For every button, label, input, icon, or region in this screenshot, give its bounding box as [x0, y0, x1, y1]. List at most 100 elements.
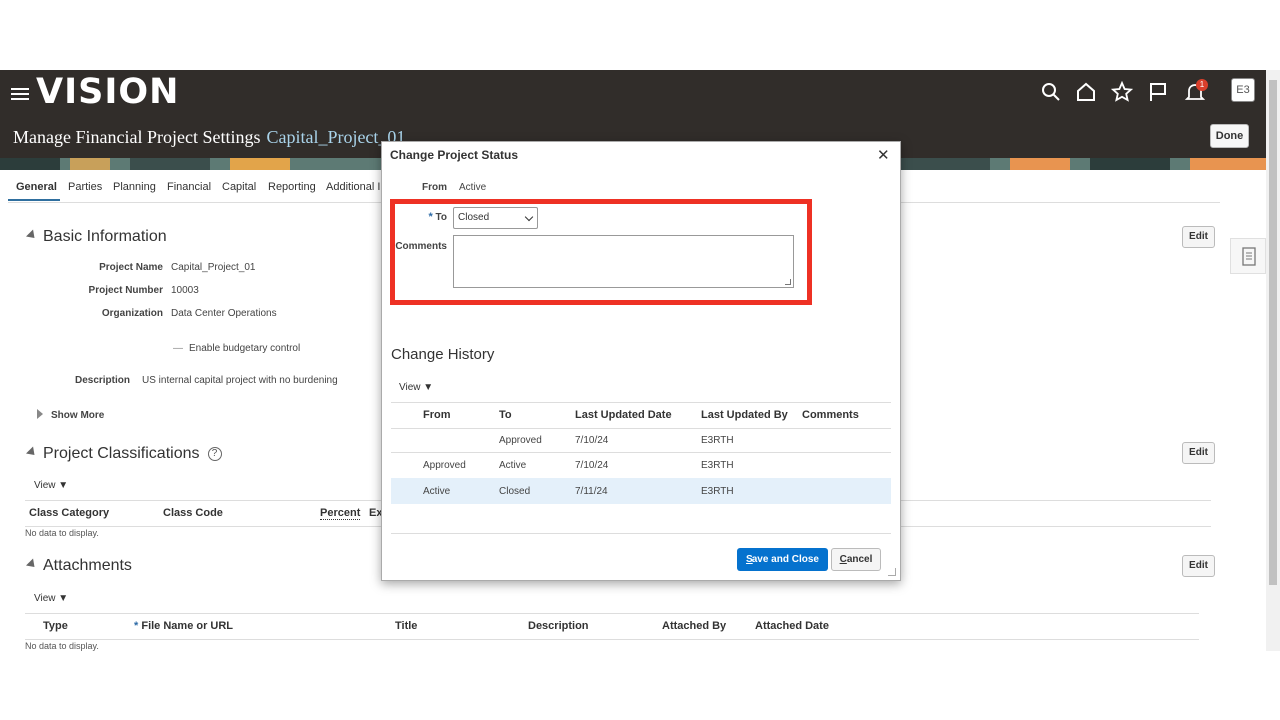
- tab-reporting[interactable]: Reporting: [268, 181, 316, 193]
- column-title[interactable]: Title: [395, 620, 417, 632]
- side-panel-toggle[interactable]: [1230, 238, 1266, 274]
- history-column-to[interactable]: To: [499, 409, 512, 421]
- flag-icon[interactable]: [1147, 81, 1169, 103]
- history-cell-date: 7/10/24: [575, 435, 609, 446]
- from-value: Active: [459, 182, 487, 193]
- project-name-label: Project Name: [99, 262, 163, 273]
- notifications-button[interactable]: 1: [1184, 79, 1208, 103]
- collapse-icon: [25, 446, 39, 459]
- history-column-updated-by[interactable]: Last Updated By: [701, 409, 788, 421]
- status-to-select[interactable]: Closed: [453, 207, 538, 229]
- dialog-resize-icon[interactable]: [888, 568, 896, 576]
- history-cell-from: Active: [423, 486, 451, 497]
- project-name-value: Capital_Project_01: [171, 262, 256, 273]
- scrollbar-thumb[interactable]: [1269, 80, 1277, 585]
- view-menu-label: View: [34, 593, 56, 604]
- classifications-header[interactable]: Project Classifications?: [25, 445, 222, 463]
- cancel-button[interactable]: Cancel: [831, 548, 881, 571]
- view-menu-label: View: [399, 382, 421, 393]
- user-avatar[interactable]: E3: [1231, 78, 1255, 102]
- basic-info-edit-button[interactable]: Edit: [1182, 226, 1215, 248]
- history-cell-to: Active: [499, 460, 527, 471]
- divider: [25, 613, 1199, 614]
- basic-info-header[interactable]: Basic Information: [25, 228, 167, 246]
- resize-handle-icon[interactable]: [785, 279, 791, 285]
- column-attached-date[interactable]: Attached Date: [755, 620, 829, 632]
- classifications-view-menu[interactable]: View ▼: [34, 480, 68, 491]
- column-class-code[interactable]: Class Code: [163, 507, 223, 519]
- star-icon[interactable]: [1111, 81, 1133, 103]
- history-column-comments[interactable]: Comments: [802, 409, 859, 421]
- attachments-view-menu[interactable]: View ▼: [34, 593, 68, 604]
- tab-additional-info[interactable]: Additional In: [326, 181, 387, 193]
- description-label: Description: [74, 375, 130, 386]
- dropdown-arrow-icon: ▼: [423, 382, 434, 393]
- column-type[interactable]: Type: [43, 620, 68, 632]
- cancel-accelerator: C: [839, 554, 847, 565]
- from-label: From: [422, 182, 447, 193]
- budgetary-control-text: Enable budgetary control: [189, 343, 301, 354]
- column-file-name-text: File Name or URL: [141, 620, 234, 632]
- expand-icon: [37, 409, 43, 419]
- active-tab-indicator: [8, 199, 60, 201]
- column-attached-by[interactable]: Attached By: [662, 620, 726, 632]
- comments-textarea[interactable]: [453, 235, 794, 288]
- divider: [391, 428, 891, 429]
- view-menu-label: View: [34, 480, 56, 491]
- column-file-name[interactable]: * File Name or URL: [134, 620, 233, 632]
- tab-capital[interactable]: Capital: [222, 181, 256, 193]
- history-view-menu[interactable]: View ▼: [399, 382, 433, 393]
- budgetary-control-option: — Enable budgetary control: [173, 343, 300, 354]
- collapse-icon: [25, 229, 39, 242]
- history-column-date[interactable]: Last Updated Date: [575, 409, 672, 421]
- required-indicator: *: [428, 211, 433, 223]
- comments-label: Comments: [395, 241, 447, 252]
- to-label-text: To: [435, 212, 447, 223]
- menu-icon[interactable]: [11, 85, 29, 103]
- divider: [391, 402, 891, 403]
- column-percent[interactable]: Percent: [320, 507, 361, 520]
- vision-logo[interactable]: vision: [36, 72, 179, 112]
- history-cell-date: 7/10/24: [575, 460, 609, 471]
- tab-general[interactable]: General: [16, 181, 57, 193]
- help-icon[interactable]: ?: [207, 447, 222, 461]
- done-button[interactable]: Done: [1210, 124, 1249, 148]
- status-to-value: Closed: [458, 212, 490, 223]
- home-icon[interactable]: [1075, 81, 1097, 103]
- vertical-scrollbar[interactable]: [1266, 70, 1280, 651]
- change-status-dialog: Change Project Status ✕ From Active * To…: [381, 141, 901, 581]
- divider: [391, 533, 891, 534]
- history-cell-to: Closed: [499, 486, 531, 497]
- attachments-edit-button[interactable]: Edit: [1182, 555, 1215, 577]
- column-description[interactable]: Description: [528, 620, 589, 632]
- page-title: Manage Financial Project Settings Capital…: [13, 127, 405, 148]
- divider: [25, 639, 1199, 640]
- tab-planning[interactable]: Planning: [113, 181, 156, 193]
- page-title-text: Manage Financial Project Settings: [13, 127, 261, 147]
- history-column-from[interactable]: From: [423, 409, 451, 421]
- required-indicator: *: [134, 620, 139, 632]
- history-cell-from: Approved: [423, 460, 466, 471]
- history-cell-updated-by: E3RTH: [701, 435, 734, 446]
- classifications-edit-button[interactable]: Edit: [1182, 442, 1215, 464]
- attachments-no-data: No data to display.: [25, 641, 99, 651]
- show-more-text: Show More: [51, 410, 105, 421]
- dropdown-arrow-icon: ▼: [58, 593, 69, 604]
- project-number-value: 10003: [171, 285, 199, 296]
- selected-row-highlight: [391, 478, 891, 504]
- column-class-category[interactable]: Class Category: [29, 507, 109, 519]
- basic-info-title: Basic Information: [43, 228, 167, 245]
- history-cell-updated-by: E3RTH: [701, 460, 734, 471]
- project-number-label: Project Number: [88, 285, 163, 296]
- document-icon: [1242, 247, 1256, 266]
- tab-financial[interactable]: Financial: [167, 181, 211, 193]
- show-more-link[interactable]: Show More: [37, 409, 104, 421]
- save-and-close-button[interactable]: Save and Close: [737, 548, 828, 571]
- close-icon[interactable]: ✕: [877, 146, 890, 164]
- attachments-header[interactable]: Attachments: [25, 557, 132, 575]
- search-icon[interactable]: [1040, 81, 1062, 103]
- notification-badge: 1: [1196, 79, 1208, 91]
- dialog-title: Change Project Status: [390, 148, 519, 162]
- tab-parties[interactable]: Parties: [68, 181, 102, 193]
- history-cell-date: 7/11/24: [575, 486, 608, 497]
